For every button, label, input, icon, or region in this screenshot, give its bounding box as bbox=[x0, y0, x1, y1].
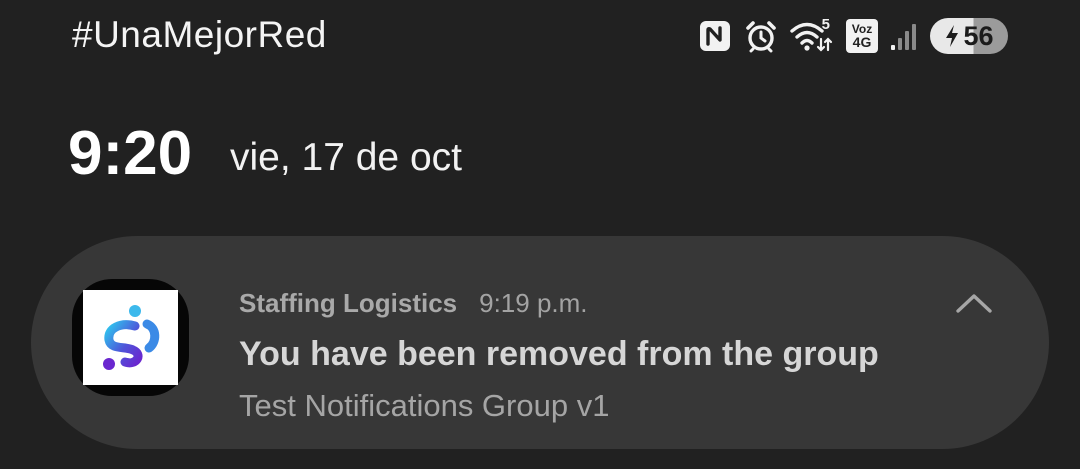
status-bar: #UnaMejorRed 5 Voz 4G 56 bbox=[0, 0, 1080, 76]
app-icon bbox=[72, 279, 189, 396]
nfc-icon bbox=[698, 19, 732, 53]
lockscreen-clock: 9:20 bbox=[68, 119, 193, 188]
volte-bottom-label: 4G bbox=[852, 34, 872, 50]
notification-app-name: Staffing Logistics bbox=[239, 288, 458, 318]
battery-level: 56 bbox=[963, 20, 994, 51]
staffing-logistics-logo-icon bbox=[83, 290, 178, 385]
status-icons: 5 Voz 4G 56 bbox=[698, 16, 1008, 55]
notification-title: You have been removed from the group bbox=[239, 335, 879, 373]
collapse-button[interactable] bbox=[951, 288, 997, 318]
notification-body: Test Notifications Group v1 bbox=[239, 388, 610, 423]
volte-icon: Voz 4G bbox=[846, 19, 878, 53]
wifi-band-label: 5 bbox=[821, 16, 830, 33]
notification-header: Staffing Logistics 9:19 p.m. bbox=[239, 288, 588, 319]
wifi-icon: 5 bbox=[790, 16, 834, 53]
notification-time: 9:19 p.m. bbox=[479, 288, 588, 318]
battery-indicator: 56 bbox=[930, 18, 1008, 54]
lock-screen: #UnaMejorRed 5 Voz 4G 56 9:20 vie, 17 de… bbox=[0, 0, 1080, 469]
signal-icon bbox=[890, 21, 918, 51]
chevron-up-icon bbox=[956, 294, 992, 313]
lockscreen-date: vie, 17 de oct bbox=[230, 136, 462, 179]
notification-card[interactable]: Staffing Logistics 9:19 p.m. You have be… bbox=[31, 236, 1049, 449]
alarm-icon bbox=[744, 19, 778, 53]
carrier-label: #UnaMejorRed bbox=[72, 14, 327, 55]
battery-charging-icon bbox=[946, 25, 959, 47]
